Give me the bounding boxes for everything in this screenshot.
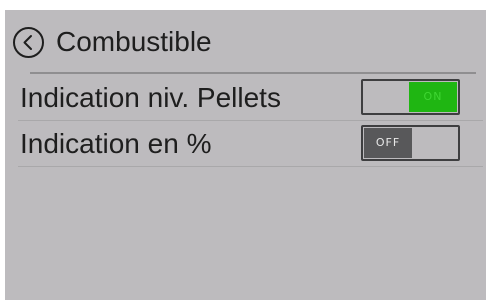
- pellets-level-toggle[interactable]: ON: [361, 79, 460, 115]
- toggle-on-indicator: ON: [409, 82, 457, 112]
- header: Combustible: [5, 10, 486, 72]
- percent-toggle[interactable]: OFF: [361, 125, 460, 161]
- page-title: Combustible: [56, 26, 212, 57]
- header-divider: [30, 72, 476, 74]
- settings-screen: Combustible Indication niv. Pellets ON I…: [5, 10, 486, 300]
- setting-label: Indication en %: [20, 128, 212, 159]
- setting-row-percent: Indication en % OFF: [18, 121, 483, 167]
- chevron-left-circle-icon: [13, 27, 44, 58]
- setting-row-pellets-level: Indication niv. Pellets ON: [18, 75, 483, 121]
- back-button[interactable]: [12, 26, 45, 59]
- toggle-off-indicator: OFF: [364, 128, 412, 158]
- setting-label: Indication niv. Pellets: [20, 82, 281, 113]
